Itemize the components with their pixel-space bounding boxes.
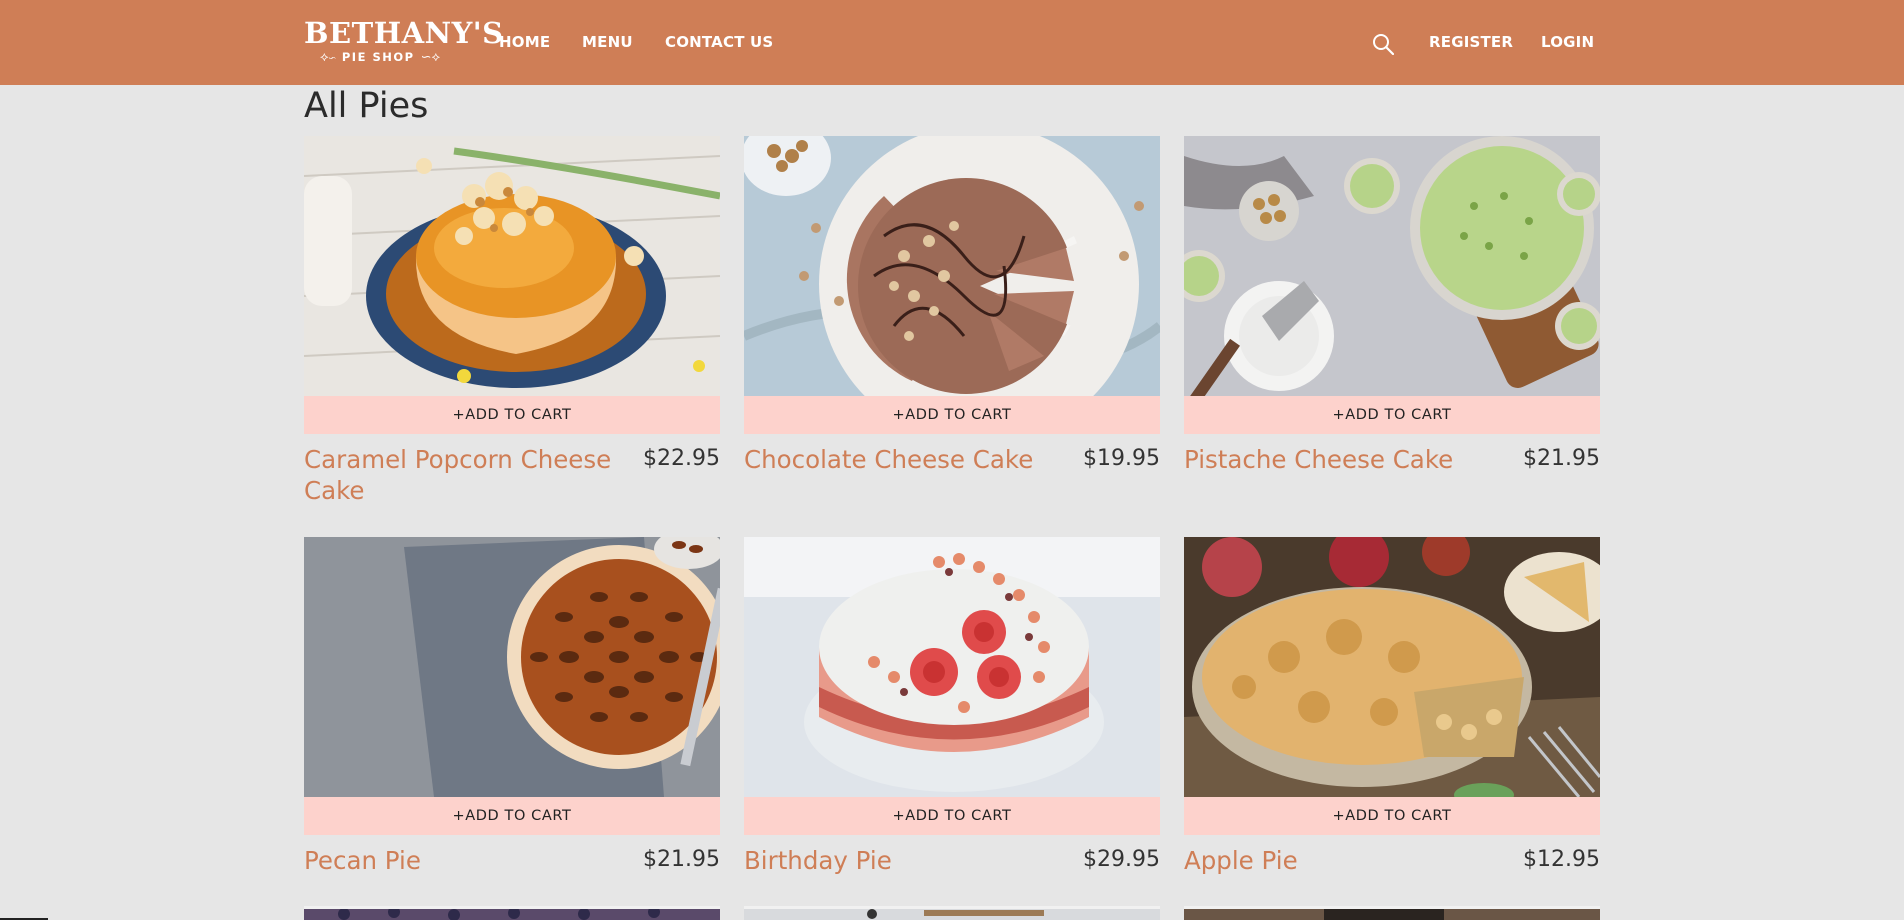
logo-subtitle: PIE SHOP <box>341 50 415 64</box>
nav-menu-link[interactable]: MENU <box>582 33 633 51</box>
pistachio-cheesecake-photo[interactable] <box>1184 136 1600 396</box>
nav-contact-link[interactable]: CONTACT US <box>665 33 773 51</box>
add-to-cart-button[interactable]: +ADD TO CART <box>1184 396 1600 434</box>
pecan-pie-photo[interactable] <box>304 537 720 797</box>
product-name-link[interactable]: Caramel Popcorn Cheese Cake <box>304 444 634 506</box>
top-navigation-bar: BETHANY'S ⟡∽ PIE SHOP ∽⟡ HOME MENU CONTA… <box>0 0 1904 85</box>
add-to-cart-button[interactable]: +ADD TO CART <box>744 797 1160 835</box>
add-to-cart-button[interactable]: +ADD TO CART <box>304 797 720 835</box>
bethanys-pie-shop-logo[interactable]: BETHANY'S ⟡∽ PIE SHOP ∽⟡ <box>304 16 504 68</box>
product-price: $19.95 <box>1083 446 1160 471</box>
next-product-image-peek <box>1184 906 1600 920</box>
add-to-cart-button[interactable]: +ADD TO CART <box>304 396 720 434</box>
product-name-link[interactable]: Birthday Pie <box>744 845 1074 876</box>
product-name-link[interactable]: Pecan Pie <box>304 845 634 876</box>
logo-subtitle-row: ⟡∽ PIE SHOP ∽⟡ <box>304 49 456 65</box>
search-icon[interactable] <box>1372 33 1394 55</box>
add-to-cart-button[interactable]: +ADD TO CART <box>744 396 1160 434</box>
caramel-popcorn-cheesecake-photo[interactable] <box>304 136 720 396</box>
add-to-cart-button[interactable]: +ADD TO CART <box>1184 797 1600 835</box>
product-price: $12.95 <box>1523 847 1600 872</box>
product-name-link[interactable]: Apple Pie <box>1184 845 1514 876</box>
flourish-right-icon: ∽⟡ <box>420 49 441 64</box>
next-product-image-peek <box>304 906 720 920</box>
product-price: $29.95 <box>1083 847 1160 872</box>
product-price: $21.95 <box>643 847 720 872</box>
nav-login-link[interactable]: LOGIN <box>1541 33 1594 51</box>
nav-register-link[interactable]: REGISTER <box>1429 33 1513 51</box>
apple-pie-photo[interactable] <box>1184 537 1600 797</box>
nav-home-link[interactable]: HOME <box>499 33 550 51</box>
birthday-pie-photo[interactable] <box>744 537 1160 797</box>
next-product-image-peek <box>744 906 1160 920</box>
page-title: All Pies <box>304 86 429 126</box>
product-name-link[interactable]: Pistache Cheese Cake <box>1184 444 1514 475</box>
product-price: $21.95 <box>1523 446 1600 471</box>
logo-wordmark: BETHANY'S <box>304 16 504 50</box>
flourish-left-icon: ⟡∽ <box>319 49 336 64</box>
chocolate-cheesecake-photo[interactable] <box>744 136 1160 396</box>
product-name-link[interactable]: Chocolate Cheese Cake <box>744 444 1074 475</box>
product-price: $22.95 <box>643 446 720 471</box>
